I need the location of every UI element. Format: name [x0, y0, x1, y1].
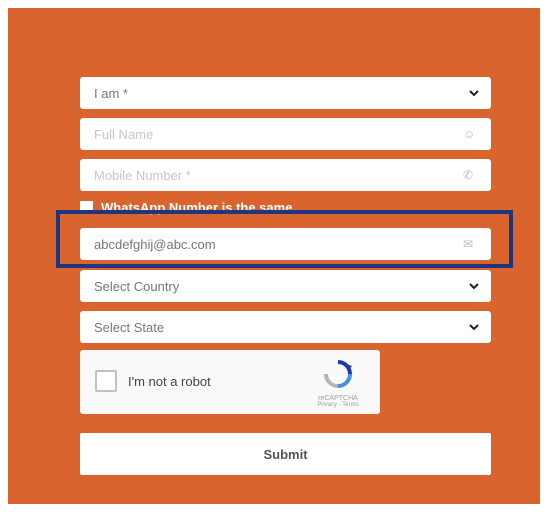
user-icon: ☺ [463, 127, 476, 141]
chevron-down-icon [469, 324, 479, 331]
state-select[interactable]: Select State [80, 311, 491, 343]
chevron-down-icon [469, 90, 479, 97]
recaptcha-label: I'm not a robot [128, 374, 211, 389]
submit-button[interactable]: Submit [80, 433, 491, 475]
email-highlight-box [56, 210, 513, 268]
mobile-number-placeholder: Mobile Number * [94, 167, 191, 183]
mobile-number-field[interactable]: Mobile Number * ✆ [80, 159, 491, 191]
recaptcha-terms[interactable]: Privacy - Terms [308, 402, 368, 408]
recaptcha-brand: reCAPTCHA [318, 395, 358, 402]
full-name-placeholder: Full Name [94, 126, 154, 142]
full-name-field[interactable]: Full Name ☺ [80, 118, 491, 150]
country-select[interactable]: Select Country [80, 270, 491, 302]
state-select-value: Select State [94, 319, 165, 335]
recaptcha-icon [324, 360, 352, 388]
chevron-down-icon [469, 283, 479, 290]
recaptcha-logo: reCAPTCHA Privacy - Terms [308, 358, 368, 408]
role-select[interactable]: I am * [80, 77, 491, 109]
recaptcha-checkbox[interactable] [95, 370, 117, 392]
recaptcha-widget: I'm not a robot reCAPTCHA Privacy - Term… [80, 350, 380, 414]
role-select-value: I am * [94, 85, 128, 101]
country-select-value: Select Country [94, 278, 180, 294]
phone-icon: ✆ [463, 168, 474, 182]
